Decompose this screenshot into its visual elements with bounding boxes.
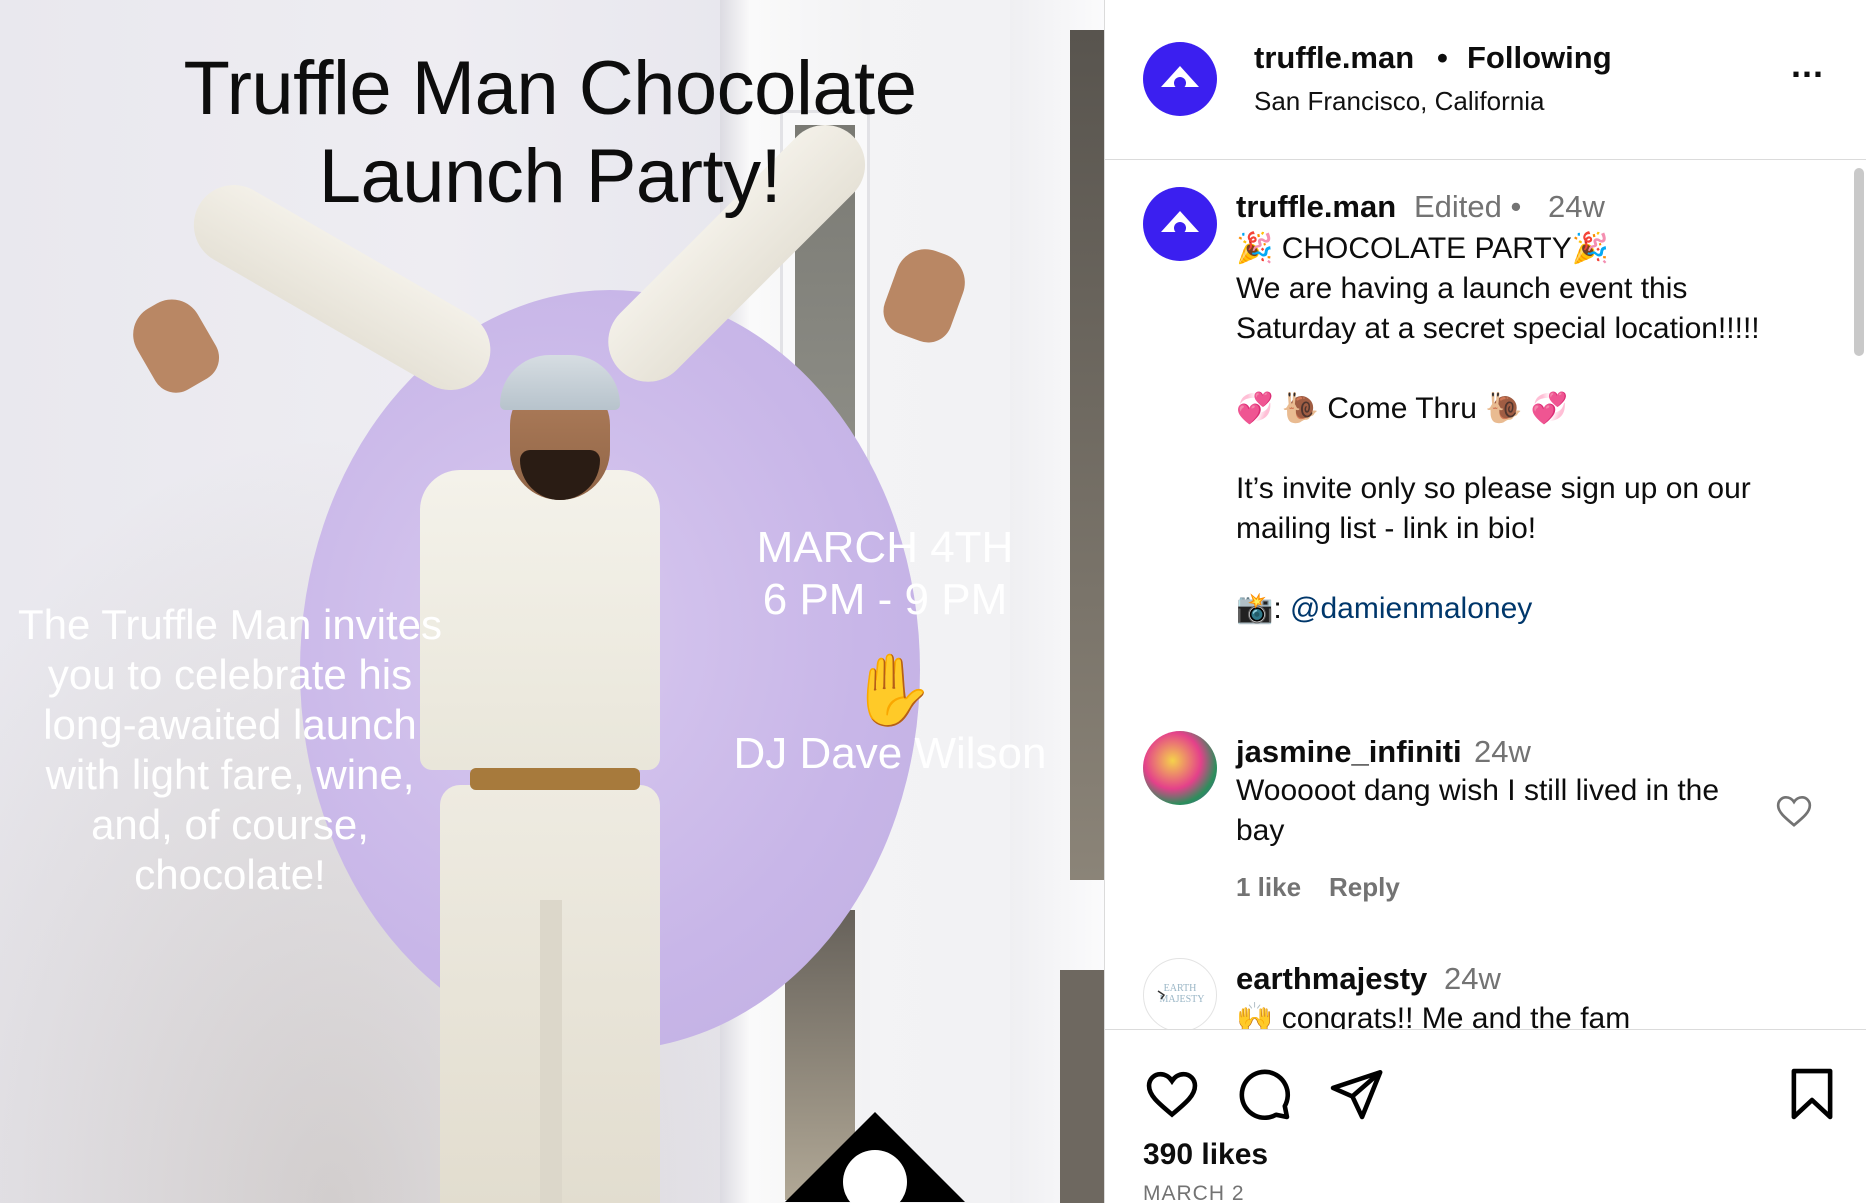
camera-flash-icon: 📸: <box>1236 592 1291 625</box>
brand-logo-icon <box>1161 211 1199 234</box>
caption-username[interactable]: truffle.man <box>1236 189 1396 225</box>
caption-edited-label: Edited • <box>1414 189 1522 224</box>
hand-icon: ✋ <box>848 651 936 729</box>
caption-avatar[interactable] <box>1143 187 1217 261</box>
comment-text: 🙌 congrats!! Me and the fam <box>1236 1002 1631 1029</box>
caption-line: It’s invite only so please sign up on ou… <box>1236 472 1751 505</box>
comment-username[interactable]: jasmine_infiniti <box>1236 734 1462 770</box>
share-send-icon[interactable] <box>1327 1065 1385 1123</box>
like-heart-icon[interactable] <box>1143 1065 1201 1123</box>
image-time-line: 6 PM - 9 PM <box>762 575 1008 624</box>
person-belt <box>470 768 640 790</box>
door-window <box>1070 30 1104 880</box>
svg-text:MAJESTY: MAJESTY <box>1159 994 1204 1005</box>
bookmark-icon[interactable] <box>1783 1065 1841 1123</box>
caption-line: We are having a launch event this <box>1236 272 1688 305</box>
caption-line: 💞 🐌 Come Thru 🐌 💞 <box>1236 392 1569 425</box>
comment-username[interactable]: earthmajesty <box>1236 961 1427 997</box>
post-side-panel: truffle.man • Following San Francisco, C… <box>1104 0 1866 1203</box>
heart-icon[interactable] <box>1774 791 1814 831</box>
comment-text: Wooooot dang wish I still lived in the b… <box>1236 774 1720 847</box>
post-image[interactable]: Truffle Man Chocolate Launch Party! The … <box>0 0 1104 1203</box>
image-date: MARCH 4TH 6 PM - 9 PM <box>720 522 1050 626</box>
image-title-line: Launch Party! <box>318 134 782 219</box>
post-header: truffle.man • Following San Francisco, C… <box>1105 0 1866 160</box>
comment-bubble-icon[interactable] <box>1235 1065 1293 1123</box>
caption-line: mailing list - link in bio! <box>1236 512 1537 545</box>
caption-line <box>1236 349 1836 389</box>
comment-likes-count[interactable]: 1 like <box>1236 872 1301 903</box>
image-title: Truffle Man Chocolate Launch Party! <box>60 45 1040 221</box>
comment-timestamp[interactable]: 24w <box>1474 734 1531 770</box>
person-torso <box>420 470 660 770</box>
caption-timestamp[interactable]: 24w <box>1548 189 1605 225</box>
caption-line: Saturday at a secret special location!!!… <box>1236 312 1760 345</box>
following-button[interactable]: Following <box>1467 40 1612 76</box>
image-date-line: MARCH 4TH <box>756 523 1014 572</box>
caption-line: 🎉 CHOCOLATE PARTY🎉 <box>1236 232 1610 265</box>
post-date[interactable]: MARCH 2 <box>1143 1182 1245 1203</box>
likes-count[interactable]: 390 likes <box>1143 1138 1268 1172</box>
header-separator: • <box>1437 40 1448 75</box>
mention-link[interactable]: @damienmaloney <box>1290 592 1532 625</box>
image-title-line: Truffle Man Chocolate <box>183 46 918 131</box>
image-dj-text: DJ Dave Wilson <box>733 729 1047 778</box>
pants-seam <box>540 900 562 1203</box>
earth-majesty-logo-icon: EARTH MAJESTY <box>1157 983 1205 1005</box>
brand-logo-icon <box>1161 66 1199 89</box>
more-options-icon[interactable]: ... <box>1791 47 1841 85</box>
caption-line <box>1236 549 1836 589</box>
header-location[interactable]: San Francisco, California <box>1254 86 1544 117</box>
comment-timestamp[interactable]: 24w <box>1444 961 1501 997</box>
comments-scrollbar[interactable] <box>1854 168 1864 356</box>
image-invite-text: The Truffle Man invites you to celebrate… <box>17 601 443 898</box>
door-window <box>1060 970 1104 1203</box>
commenter-avatar[interactable]: EARTH MAJESTY <box>1143 958 1217 1029</box>
reply-button[interactable]: Reply <box>1329 872 1400 903</box>
post-actions: 390 likes MARCH 2 <box>1105 1029 1866 1203</box>
header-username[interactable]: truffle.man <box>1254 40 1414 76</box>
svg-text:EARTH: EARTH <box>1164 983 1197 994</box>
caption-credit-line: 📸: @damienmaloney <box>1236 589 1836 629</box>
avatar[interactable] <box>1143 42 1217 116</box>
caption-line <box>1236 429 1836 469</box>
caption-text: 🎉 CHOCOLATE PARTY🎉 We are having a launc… <box>1236 229 1836 629</box>
commenter-avatar[interactable] <box>1143 731 1217 805</box>
comments-section[interactable]: truffle.man Edited • 24w 🎉 CHOCOLATE PAR… <box>1105 161 1866 1029</box>
